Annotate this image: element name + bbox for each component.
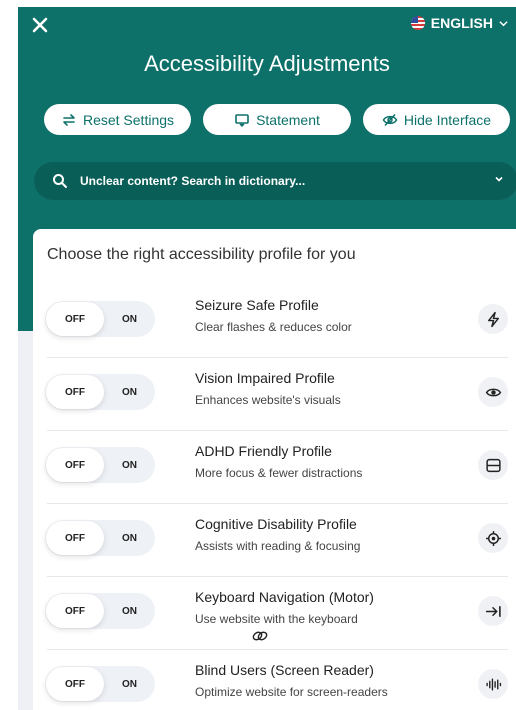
close-icon (32, 17, 48, 33)
profile-toggle[interactable]: OFF ON (45, 374, 155, 410)
close-button[interactable] (30, 15, 50, 35)
profiles-heading: Choose the right accessibility profile f… (47, 246, 356, 263)
profile-description: Assists with reading & focusing (195, 539, 361, 553)
profile-icon-badge (478, 377, 508, 407)
search-placeholder: Unclear content? Search in dictionary... (80, 174, 306, 188)
reset-arrows-icon (63, 113, 75, 126)
profile-name: Blind Users (Screen Reader) (195, 662, 374, 678)
profile-toggle[interactable]: OFF ON (45, 593, 155, 629)
profile-row-cognitive-disability: OFF ON Cognitive Disability Profile Assi… (45, 504, 508, 577)
profile-icon-badge (478, 596, 508, 626)
profile-name: Keyboard Navigation (Motor) (195, 589, 374, 605)
toggle-off[interactable]: OFF (46, 521, 104, 555)
statement-button[interactable]: Statement (203, 104, 351, 135)
hide-interface-label: Hide Interface (403, 111, 492, 128)
accessibility-panel: ENGLISH Accessibility Adjustments Reset … (18, 7, 516, 710)
profile-icon-badge (478, 450, 508, 480)
reset-settings-button[interactable]: Reset Settings (44, 104, 191, 135)
us-flag-icon (410, 16, 425, 30)
statement-label: Statement (256, 111, 320, 128)
eye-slash-icon (382, 113, 398, 126)
profile-toggle[interactable]: OFF ON (45, 666, 155, 702)
profile-description: More focus & fewer distractions (195, 466, 363, 480)
profile-icon-badge (478, 523, 508, 553)
dictionary-search[interactable]: Unclear content? Search in dictionary... (34, 162, 516, 200)
reset-settings-label: Reset Settings (82, 111, 175, 128)
eye-icon (485, 388, 501, 396)
profiles-card: Choose the right accessibility profile f… (33, 229, 516, 710)
hide-interface-button[interactable]: Hide Interface (363, 104, 510, 135)
profile-toggle[interactable]: OFF ON (45, 447, 155, 483)
action-buttons: Reset Settings Statement Hide Interface (44, 104, 510, 135)
arrow-to-line-icon (485, 605, 501, 617)
link-icon[interactable] (251, 628, 269, 644)
language-selector[interactable]: ENGLISH (410, 13, 508, 33)
profile-description: Optimize website for screen-readers (195, 685, 388, 699)
profile-row-keyboard-navigation: OFF ON Keyboard Navigation (Motor) Use w… (45, 577, 508, 650)
search-icon (53, 174, 67, 188)
profile-icon-badge (478, 669, 508, 699)
panel-title: Accessibility Adjustments (144, 51, 390, 76)
profile-description: Use website with the keyboard (195, 612, 358, 626)
toggle-on[interactable]: ON (104, 387, 155, 398)
profile-row-adhd-friendly: OFF ON ADHD Friendly Profile More focus … (45, 431, 508, 504)
profile-name: Vision Impaired Profile (195, 370, 335, 386)
toggle-off[interactable]: OFF (46, 667, 104, 701)
profile-name: ADHD Friendly Profile (195, 443, 332, 459)
profile-toggle[interactable]: OFF ON (45, 520, 155, 556)
language-label: ENGLISH (430, 15, 493, 31)
chevron-down-icon (499, 20, 508, 26)
toggle-on[interactable]: ON (104, 679, 155, 690)
audio-wave-icon (485, 677, 501, 691)
target-icon (485, 530, 501, 546)
toggle-on[interactable]: ON (104, 533, 155, 544)
profile-name: Cognitive Disability Profile (195, 516, 357, 532)
lightning-icon (487, 311, 499, 327)
profile-list: OFF ON Seizure Safe Profile Clear flashe… (33, 285, 508, 710)
profile-name: Seizure Safe Profile (195, 297, 319, 313)
toggle-on[interactable]: ON (104, 606, 155, 617)
chevron-down-icon (495, 176, 503, 182)
toggle-off[interactable]: OFF (46, 594, 104, 628)
profile-description: Enhances website's visuals (195, 393, 341, 407)
toggle-off[interactable]: OFF (46, 302, 104, 336)
profile-row-vision-impaired: OFF ON Vision Impaired Profile Enhances … (45, 358, 508, 431)
toggle-on[interactable]: ON (104, 460, 155, 471)
profile-description: Clear flashes & reduces color (195, 320, 352, 334)
toggle-off[interactable]: OFF (46, 448, 104, 482)
toggle-off[interactable]: OFF (46, 375, 104, 409)
toggle-on[interactable]: ON (104, 314, 155, 325)
focus-frame-icon (485, 458, 501, 472)
statement-icon (235, 113, 249, 127)
profile-row-blind-users: OFF ON Blind Users (Screen Reader) Optim… (45, 650, 508, 710)
profile-toggle[interactable]: OFF ON (45, 301, 155, 337)
profile-row-seizure-safe: OFF ON Seizure Safe Profile Clear flashe… (45, 285, 508, 358)
profile-icon-badge (478, 304, 508, 334)
